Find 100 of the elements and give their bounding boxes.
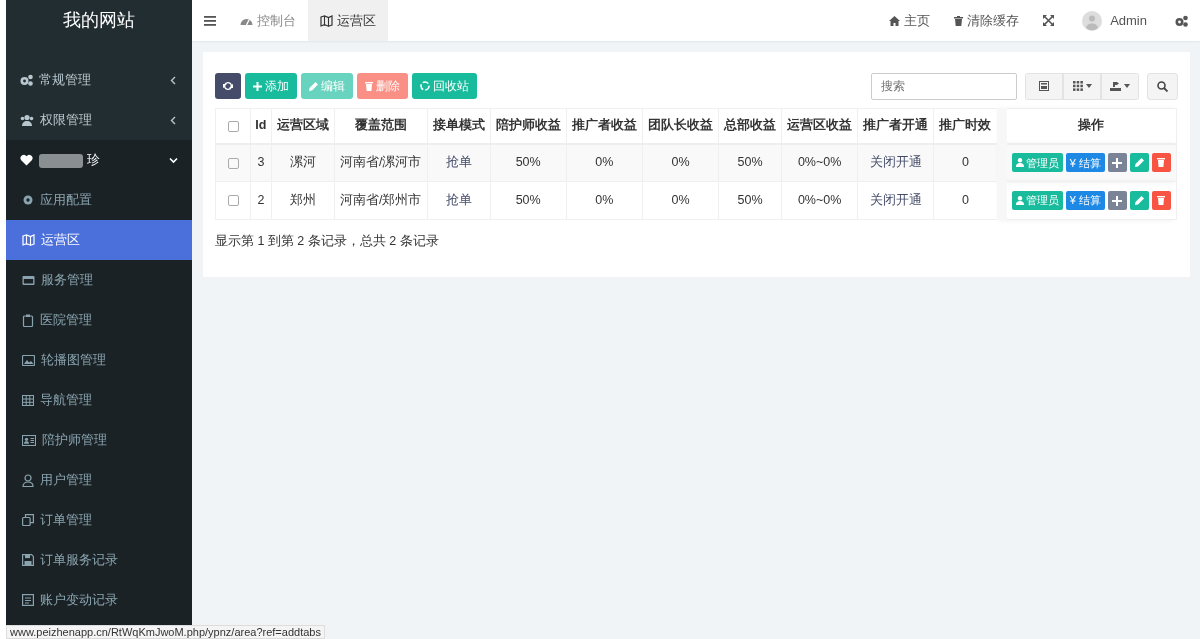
- table-cell: 漯河: [289, 155, 316, 170]
- drag-button[interactable]: [1107, 153, 1127, 173]
- table-cell: 3: [257, 155, 265, 170]
- sidebar-item[interactable]: 应用配置: [6, 180, 192, 220]
- floppy-icon: [22, 554, 34, 566]
- gears-icon: [20, 74, 33, 86]
- column-header: 运营区收益: [781, 108, 858, 144]
- search-button[interactable]: [1147, 72, 1178, 100]
- column-header: 运营区域: [271, 108, 335, 144]
- avatar-icon: [1082, 10, 1103, 31]
- drag-button[interactable]: [1107, 191, 1127, 210]
- trash-icon: [1157, 158, 1166, 168]
- move-icon: [1112, 195, 1123, 206]
- document-icon: [22, 594, 34, 606]
- trash-icon: [365, 81, 373, 91]
- sidebar-item[interactable]: 订单服务记录: [6, 540, 192, 580]
- refresh-icon: [223, 81, 233, 91]
- nav-tab[interactable]: 运营区: [308, 0, 388, 41]
- table-cell: 50%: [737, 193, 763, 208]
- column-header: 推广者开通: [857, 108, 934, 144]
- column-header: 推广者收益: [566, 108, 643, 144]
- grid-icon: [1072, 81, 1083, 91]
- column-header: 总部收益: [718, 108, 782, 144]
- clipboard-icon: [22, 313, 34, 327]
- table-cell: 2: [257, 193, 265, 208]
- table-cell: 0%: [671, 155, 690, 170]
- users-icon: [20, 114, 34, 126]
- trash-icon: [1157, 196, 1166, 205]
- sidebar-item[interactable]: 服务管理: [6, 260, 192, 300]
- column-header: 覆盖范围: [334, 108, 428, 144]
- sidebar-item[interactable]: 导航管理: [6, 380, 192, 420]
- settle-button[interactable]: ¥ 结算: [1065, 191, 1105, 210]
- sidebar-item[interactable]: 用户管理: [6, 460, 192, 500]
- chevron-icon: [169, 115, 178, 125]
- nav-link[interactable]: 清除缓存: [942, 0, 1032, 41]
- table-link[interactable]: 抢单: [445, 155, 472, 170]
- column-header: 陪护师收益: [490, 108, 567, 144]
- column-header: 团队长收益: [642, 108, 719, 144]
- user-icon: [1015, 158, 1024, 168]
- chevron-icon: [169, 75, 178, 85]
- table-cell: 0%: [671, 193, 690, 208]
- delete-button[interactable]: [1151, 153, 1171, 173]
- user-menu[interactable]: Admin: [1066, 0, 1163, 41]
- export-icon: [1110, 81, 1121, 91]
- sidebar-item[interactable]: 权限管理: [6, 100, 192, 140]
- refresh-button[interactable]: [215, 73, 241, 99]
- sidebar-item[interactable]: 轮播图管理: [6, 340, 192, 380]
- sidebar-item[interactable]: 运营区: [6, 220, 192, 260]
- sidebar-item[interactable]: 常规管理: [6, 60, 192, 100]
- checkbox[interactable]: [227, 120, 239, 132]
- table-cell: 河南省/郑州市: [339, 193, 422, 208]
- column-header: Id: [250, 108, 272, 144]
- pencil-icon: [1134, 158, 1144, 168]
- view-toggle-button[interactable]: [1025, 72, 1063, 100]
- caret-icon: [1124, 84, 1130, 88]
- pencil-icon: [309, 81, 318, 91]
- chevron-icon: [169, 155, 178, 165]
- pagination-info: 显示第 1 到第 2 条记录，总共 2 条记录: [215, 233, 440, 250]
- sidebar-item[interactable]: 订单管理: [6, 500, 192, 540]
- column-header: 接单模式: [427, 108, 491, 144]
- copy-icon: [22, 514, 34, 526]
- trash-icon: [954, 15, 964, 26]
- sidebar-item[interactable]: 医院管理: [6, 300, 192, 340]
- fullscreen-icon: [1043, 15, 1055, 26]
- gear-icon: [22, 194, 34, 206]
- id-card-icon: [22, 434, 36, 446]
- heart-icon: [20, 154, 33, 166]
- settle-button[interactable]: ¥ 结算: [1065, 153, 1105, 173]
- home-icon: [889, 15, 901, 26]
- nav-link[interactable]: 主页: [877, 0, 943, 41]
- export-button[interactable]: [1101, 72, 1139, 100]
- sidebar-item[interactable]: 账户变动记录: [6, 580, 192, 620]
- status-url: www.peizhenapp.cn/RtWqKmJwoM.php/ypnz/area?ref=addtabs: [6, 625, 325, 639]
- settings-icon: [1175, 14, 1188, 27]
- card-view-icon: [1039, 81, 1049, 91]
- user-icon: [22, 473, 34, 487]
- menu-icon: [204, 15, 216, 26]
- table-cell: 0%: [595, 193, 614, 208]
- sidebar-item[interactable]: 珍: [6, 140, 192, 180]
- image-icon: [22, 354, 35, 366]
- plus-icon: [253, 81, 262, 91]
- table-cell: 郑州: [289, 193, 316, 208]
- search-icon: [1157, 80, 1168, 92]
- edit-button[interactable]: [1129, 153, 1149, 173]
- delete-button[interactable]: [1151, 191, 1171, 210]
- sidebar-item[interactable]: 陪护师管理: [6, 420, 192, 460]
- move-icon: [1112, 157, 1123, 168]
- table-link[interactable]: 抢单: [445, 193, 472, 208]
- columns-button[interactable]: [1063, 72, 1101, 100]
- map-icon: [22, 234, 35, 246]
- table-cell: 0: [962, 193, 969, 208]
- nav-tab[interactable]: 控制台: [228, 0, 308, 41]
- user-icon: [1015, 196, 1024, 205]
- table-icon: [22, 394, 34, 406]
- search-field[interactable]: 搜索: [871, 72, 1017, 100]
- checkbox[interactable]: [227, 195, 239, 207]
- checkbox[interactable]: [227, 157, 239, 169]
- table-cell: 0%~0%: [797, 193, 842, 208]
- edit-button[interactable]: [1129, 191, 1149, 210]
- recycle-icon: [420, 81, 430, 91]
